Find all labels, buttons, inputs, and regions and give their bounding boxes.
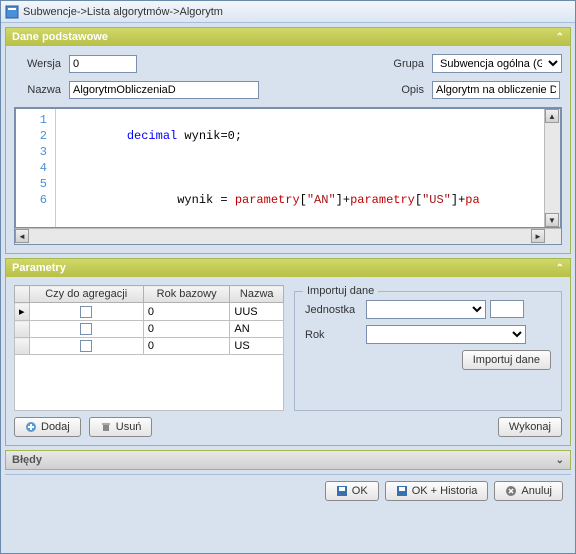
scroll-left-icon[interactable]: ◄: [15, 229, 29, 243]
wykonaj-button[interactable]: Wykonaj: [498, 417, 562, 437]
breadcrumb: Subwencje->Lista algorytmów->Algorytm: [23, 6, 223, 18]
ok-historia-button[interactable]: OK + Historia: [385, 481, 489, 501]
nazwa-label: Nazwa: [14, 84, 69, 96]
scroll-right-icon[interactable]: ►: [531, 229, 545, 243]
code-body[interactable]: decimal wynik=0; wynik = parametry["AN"]…: [56, 109, 544, 227]
collapse-icon[interactable]: ⌃: [556, 263, 564, 274]
row-selector[interactable]: ▸: [15, 303, 30, 321]
trash-icon: [100, 421, 112, 433]
col-rok[interactable]: Rok bazowy: [143, 286, 230, 303]
basic-form: Wersja Grupa Subwencja ogólna (Gmi Nazwa…: [14, 54, 562, 99]
expand-icon[interactable]: ⌄: [556, 455, 564, 466]
scroll-up-icon[interactable]: ▲: [545, 109, 559, 123]
opis-input[interactable]: [432, 81, 560, 99]
titlebar: Subwencje->Lista algorytmów->Algorytm: [1, 1, 575, 23]
app-icon: [5, 5, 19, 19]
col-nazwa[interactable]: Nazwa: [230, 286, 284, 303]
checkbox[interactable]: [80, 340, 92, 352]
code-area[interactable]: 1 2 3 4 5 6 decimal wynik=0; wynik = par…: [15, 108, 561, 228]
jednostka-code-input[interactable]: [490, 300, 524, 318]
app-window: Subwencje->Lista algorytmów->Algorytm Da…: [0, 0, 576, 554]
anuluj-button[interactable]: Anuluj: [494, 481, 563, 501]
rok-select[interactable]: [366, 325, 526, 344]
import-group: Importuj dane Jednostka Rok: [294, 291, 562, 411]
ok-button[interactable]: OK: [325, 481, 379, 501]
table-row[interactable]: 0 US: [15, 338, 284, 355]
code-hscroll[interactable]: ◄ ►: [15, 228, 561, 244]
grupa-select[interactable]: Subwencja ogólna (Gmi: [432, 54, 562, 73]
code-container: 1 2 3 4 5 6 decimal wynik=0; wynik = par…: [14, 107, 562, 245]
code-gutter: 1 2 3 4 5 6: [16, 109, 56, 227]
basic-panel-body: Wersja Grupa Subwencja ogólna (Gmi Nazwa…: [6, 46, 570, 253]
wersja-label: Wersja: [14, 58, 69, 70]
jednostka-label: Jednostka: [305, 304, 360, 316]
table-empty-area: [14, 355, 284, 411]
wersja-input[interactable]: [69, 55, 137, 73]
params-panel: Parametry ⌃ Czy do agregacji Rok bazowy …: [5, 258, 571, 446]
nazwa-input[interactable]: [69, 81, 259, 99]
checkbox[interactable]: [80, 323, 92, 335]
basic-panel-header[interactable]: Dane podstawowe ⌃: [6, 28, 570, 46]
cancel-icon: [505, 485, 517, 497]
bledy-panel-header[interactable]: Błędy ⌄: [6, 451, 570, 469]
opis-label: Opis: [382, 84, 432, 96]
footer: OK OK + Historia Anuluj: [5, 474, 571, 507]
bledy-panel-title: Błędy: [12, 454, 42, 466]
params-panel-body: Czy do agregacji Rok bazowy Nazwa ▸ 0 UU…: [6, 277, 570, 445]
checkbox[interactable]: [80, 306, 92, 318]
import-legend: Importuj dane: [303, 285, 378, 297]
row-selector[interactable]: [15, 338, 30, 355]
save-icon: [336, 485, 348, 497]
dodaj-button[interactable]: Dodaj: [14, 417, 81, 437]
save-icon: [396, 485, 408, 497]
bledy-panel: Błędy ⌄: [5, 450, 571, 470]
collapse-icon[interactable]: ⌃: [556, 32, 564, 43]
table-row[interactable]: ▸ 0 UUS: [15, 303, 284, 321]
params-panel-header[interactable]: Parametry ⌃: [6, 259, 570, 277]
basic-panel: Dane podstawowe ⌃ Wersja Grupa Subwencja…: [5, 27, 571, 254]
params-panel-title: Parametry: [12, 262, 66, 274]
plus-icon: [25, 421, 37, 433]
code-vscroll[interactable]: ▲ ▼: [544, 109, 560, 227]
row-selector[interactable]: [15, 321, 30, 338]
basic-panel-title: Dane podstawowe: [12, 31, 108, 43]
content: Dane podstawowe ⌃ Wersja Grupa Subwencja…: [1, 23, 575, 553]
usun-button[interactable]: Usuń: [89, 417, 153, 437]
import-button[interactable]: Importuj dane: [462, 350, 551, 370]
params-table-wrap: Czy do agregacji Rok bazowy Nazwa ▸ 0 UU…: [14, 285, 284, 411]
params-buttons: Dodaj Usuń Wykonaj: [14, 411, 562, 437]
params-table[interactable]: Czy do agregacji Rok bazowy Nazwa ▸ 0 UU…: [14, 285, 284, 355]
rok-label: Rok: [305, 329, 360, 341]
table-row[interactable]: 0 AN: [15, 321, 284, 338]
jednostka-select[interactable]: [366, 300, 486, 319]
scroll-down-icon[interactable]: ▼: [545, 213, 559, 227]
grupa-label: Grupa: [382, 58, 432, 70]
col-agr[interactable]: Czy do agregacji: [29, 286, 143, 303]
